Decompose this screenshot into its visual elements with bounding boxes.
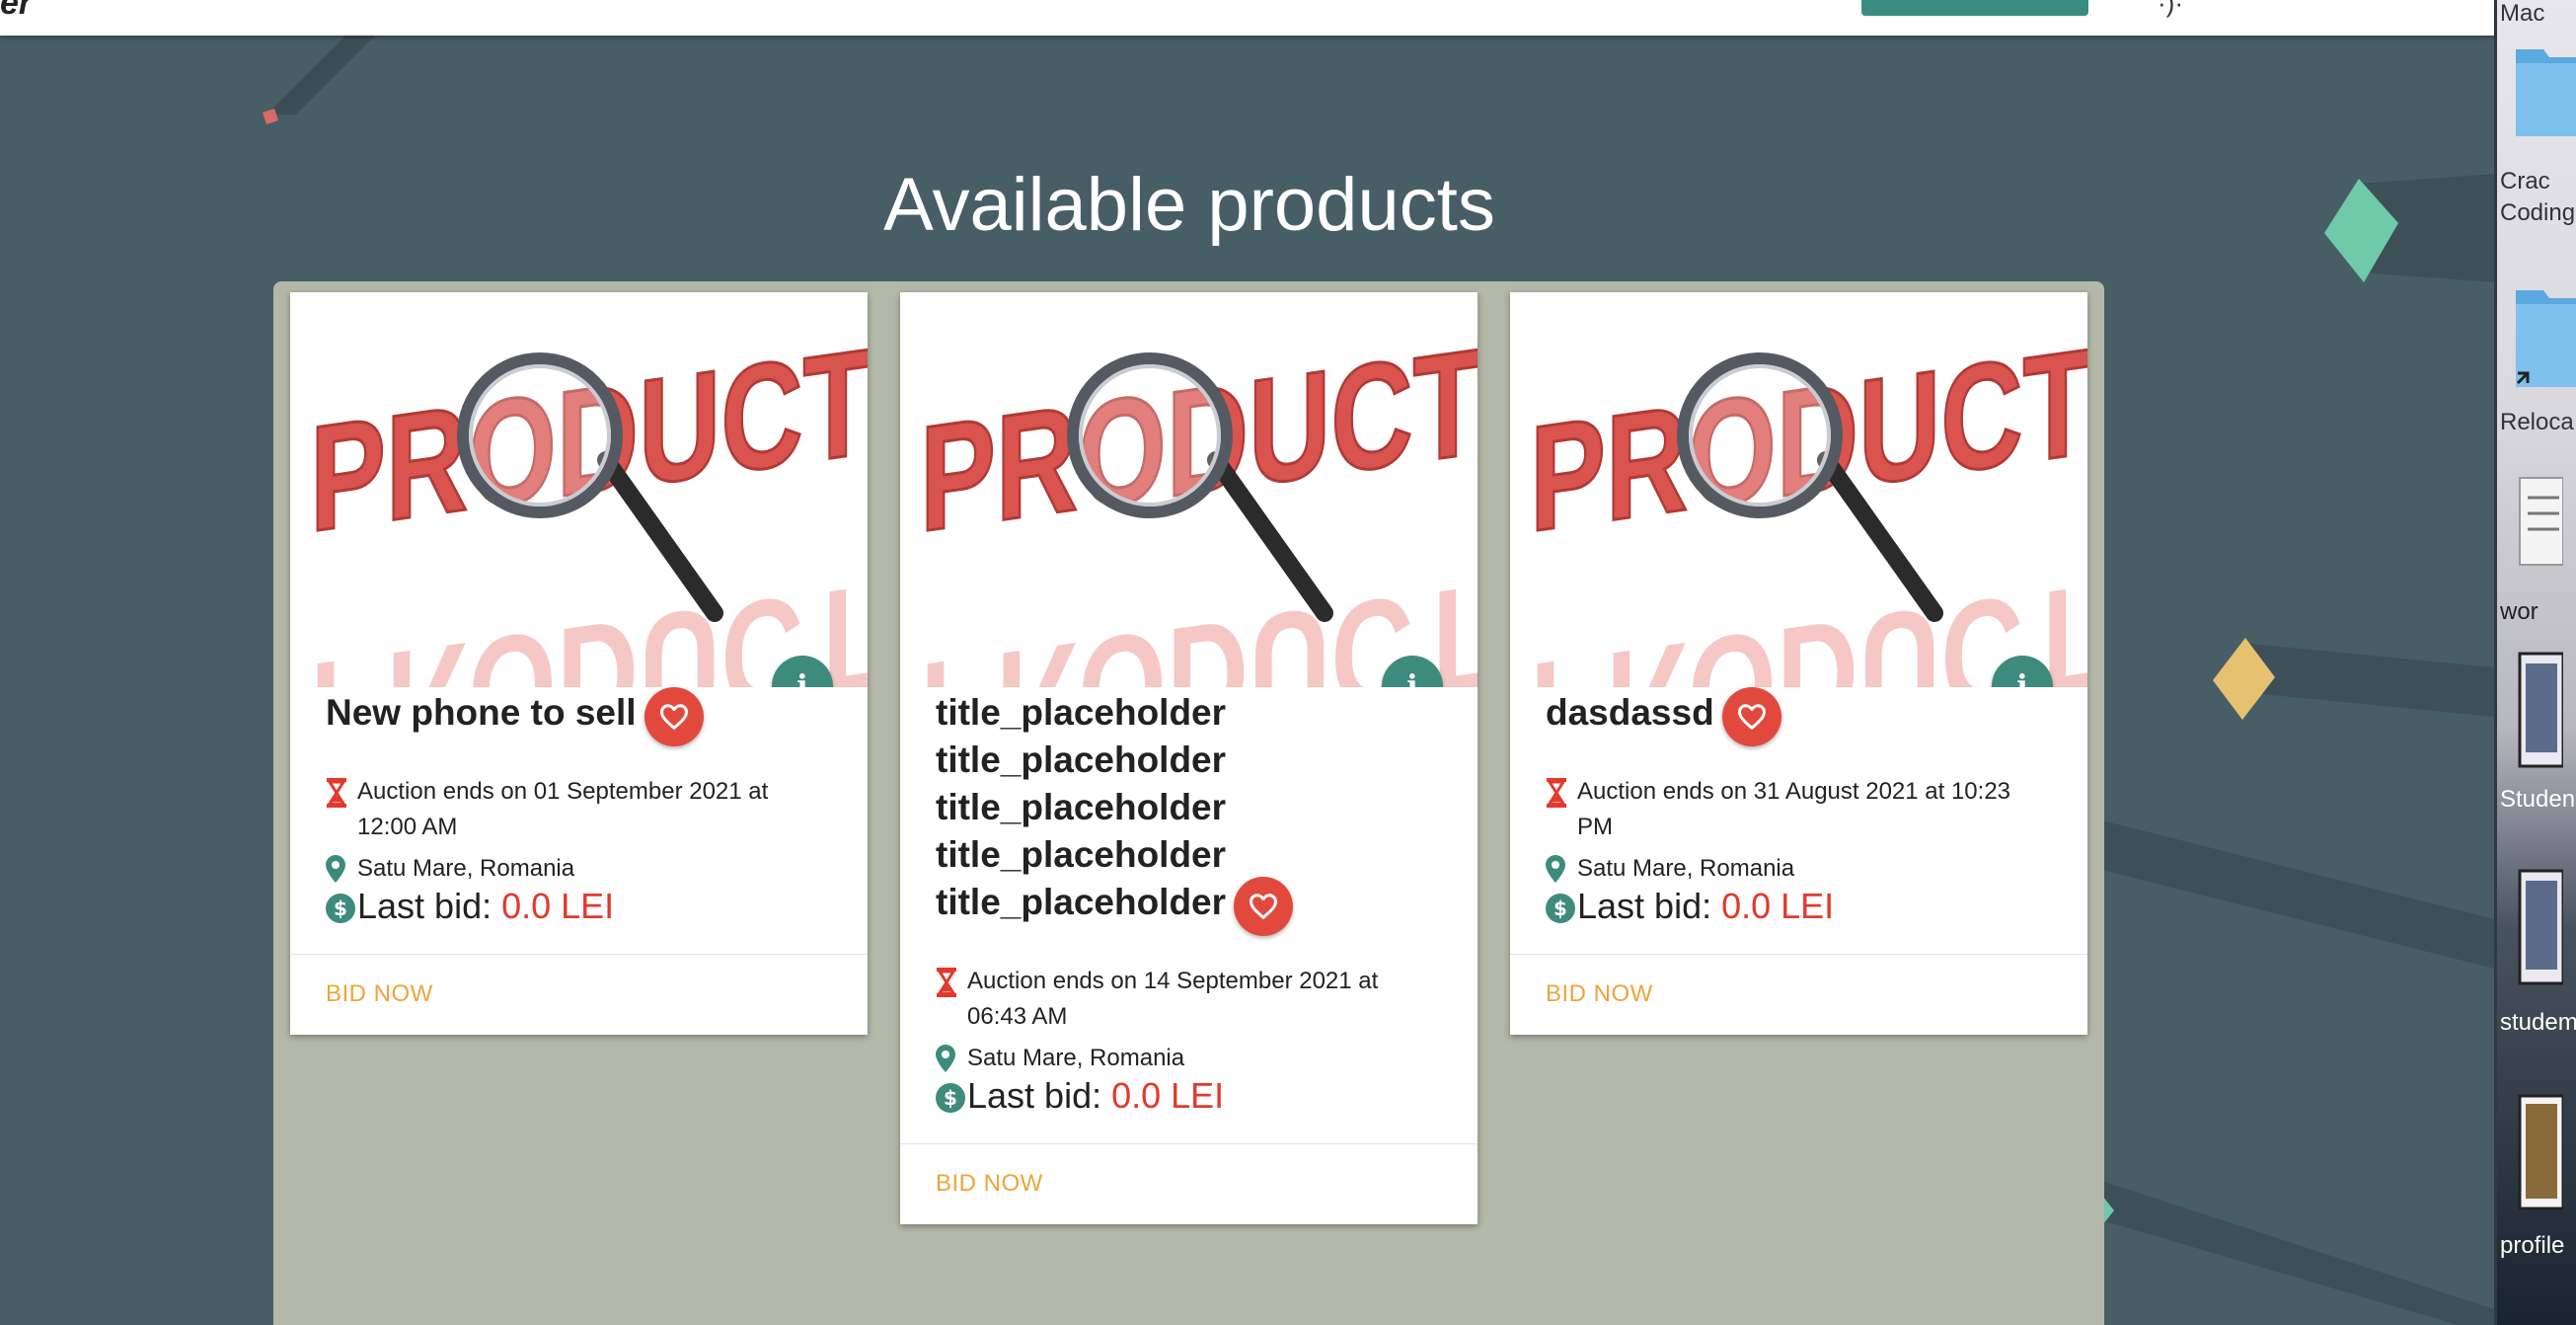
- auction-end-text: Auction ends on 01 September 2021 at 12:…: [357, 777, 769, 840]
- location-pin-icon: [1546, 851, 1577, 883]
- folder-icon[interactable]: [2504, 45, 2576, 140]
- desktop-item-label[interactable]: profile: [2500, 1232, 2564, 1260]
- bid-now-button[interactable]: BID NOW: [1546, 980, 1653, 1008]
- navbar-action-button[interactable]: [1861, 0, 2088, 16]
- location-pin-icon: [936, 1041, 967, 1072]
- dollar-icon: $: [1546, 890, 1577, 923]
- desktop-item-label[interactable]: Coding: [2500, 199, 2575, 227]
- document-icon[interactable]: [2504, 474, 2564, 569]
- svg-text:$: $: [944, 1086, 957, 1110]
- top-navbar: er ·)·: [0, 0, 2494, 36]
- last-bid-value: 0.0 LEI: [501, 885, 615, 926]
- favorite-button[interactable]: [1721, 686, 1781, 746]
- desktop-item-label: Mac: [2500, 0, 2545, 27]
- heart-icon: [659, 704, 688, 730]
- product-card: PRODUCT PRODUCT i dasdassd: [1510, 292, 2087, 1035]
- product-card: PRODUCT PRODUCT i New phone to sell: [290, 292, 868, 1035]
- info-icon: i: [796, 668, 808, 688]
- product-image-graphic: PRODUCT PRODUCT: [1529, 316, 2088, 687]
- hourglass-icon: [1546, 774, 1577, 808]
- last-bid-value: 0.0 LEI: [1721, 885, 1835, 926]
- window-edge: [2494, 0, 2497, 1325]
- bid-now-button[interactable]: BID NOW: [936, 1170, 1043, 1198]
- location-text: Satu Mare, Romania: [1577, 854, 1795, 882]
- favorite-button[interactable]: [644, 686, 704, 746]
- image-file-icon[interactable]: [2504, 652, 2565, 770]
- last-bid-label: Last bid:: [357, 885, 492, 926]
- product-title: New phone to sell: [326, 692, 637, 733]
- info-icon: i: [1406, 668, 1418, 688]
- last-bid-value: 0.0 LEI: [1111, 1074, 1225, 1116]
- auction-end-text: Auction ends on 31 August 2021 at 10:23 …: [1577, 777, 2011, 840]
- image-file-icon[interactable]: [2504, 1094, 2565, 1212]
- hourglass-icon: [936, 964, 967, 997]
- svg-text:$: $: [1553, 896, 1567, 920]
- location-text: Satu Mare, Romania: [357, 854, 575, 882]
- svg-text:$: $: [334, 896, 347, 920]
- hourglass-icon: [326, 774, 357, 808]
- desktop-strip: Mac Crac Coding Reloca wor Studen studem…: [2494, 0, 2576, 1325]
- favorite-button[interactable]: [1234, 876, 1294, 936]
- brand-logo-fragment[interactable]: er: [0, 0, 32, 23]
- product-card: PRODUCT PRODUCT i title_placeholder titl…: [900, 292, 1477, 1224]
- last-bid-label: Last bid:: [967, 1074, 1102, 1116]
- product-image-graphic: PRODUCT PRODUCT: [919, 316, 1478, 687]
- desktop-item-label[interactable]: wor: [2500, 598, 2538, 626]
- heart-icon: [1250, 894, 1278, 919]
- dollar-icon: $: [326, 890, 357, 923]
- image-file-icon[interactable]: [2504, 869, 2565, 987]
- product-title: dasdassd: [1546, 692, 1714, 733]
- product-image[interactable]: PRODUCT PRODUCT i: [1510, 292, 2087, 687]
- page-background: Available products PRODUCT PRODUCT i New…: [0, 36, 2494, 1325]
- desktop-item-label[interactable]: Studen: [2500, 786, 2575, 814]
- product-image-graphic: PRODUCT PRODUCT: [309, 316, 869, 687]
- location-pin-icon: [326, 851, 357, 883]
- product-image[interactable]: PRODUCT PRODUCT i: [290, 292, 868, 687]
- location-text: Satu Mare, Romania: [967, 1044, 1185, 1071]
- product-title: title_placeholder title_placeholder titl…: [936, 692, 1227, 922]
- dollar-icon: $: [936, 1079, 967, 1113]
- last-bid-label: Last bid:: [1577, 885, 1712, 926]
- info-icon: i: [2016, 668, 2028, 688]
- product-image[interactable]: PRODUCT PRODUCT i: [900, 292, 1477, 687]
- page-title: Available products: [883, 163, 1495, 247]
- heart-icon: [1737, 704, 1766, 730]
- desktop-item-label[interactable]: studem: [2500, 1009, 2576, 1037]
- folder-alias-icon[interactable]: [2504, 286, 2576, 391]
- desktop-item-label[interactable]: Crac: [2500, 168, 2550, 195]
- bid-now-button[interactable]: BID NOW: [326, 980, 433, 1008]
- auction-end-text: Auction ends on 14 September 2021 at 06:…: [967, 967, 1379, 1030]
- navbar-menu-icon[interactable]: ·)·: [2158, 0, 2183, 19]
- desktop-item-label[interactable]: Reloca: [2500, 409, 2574, 436]
